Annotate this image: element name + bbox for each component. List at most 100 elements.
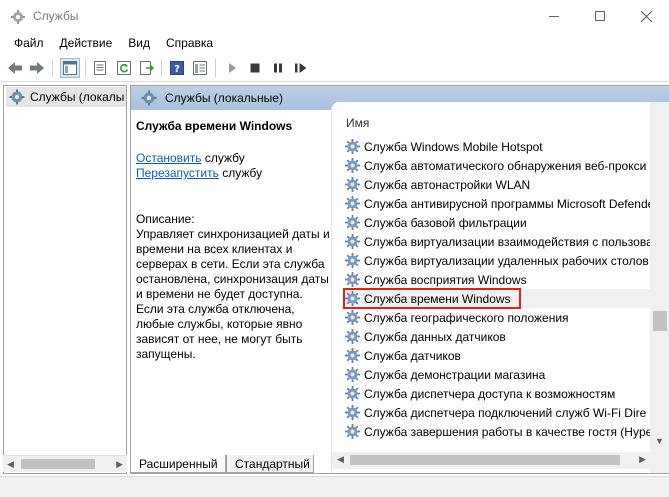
restart-service-button[interactable] bbox=[291, 58, 311, 78]
forward-button[interactable] bbox=[27, 58, 47, 78]
export-icon bbox=[140, 61, 154, 75]
help-button[interactable]: ? bbox=[167, 58, 187, 78]
stop-service-button[interactable] bbox=[245, 58, 265, 78]
scroll-left-icon[interactable]: ◀ bbox=[7, 459, 14, 470]
close-button[interactable] bbox=[623, 0, 669, 32]
service-row[interactable]: Служба базовой фильтрации bbox=[344, 213, 650, 232]
selected-service-title: Служба времени Windows bbox=[136, 119, 293, 133]
stop-action: Остановить службу bbox=[136, 151, 245, 165]
service-row[interactable]: Служба диспетчера подключений служб Wi-F… bbox=[344, 403, 650, 422]
service-gear-icon bbox=[345, 386, 360, 401]
console-tree: Службы (локалы bbox=[3, 85, 127, 474]
minimize-icon bbox=[549, 15, 559, 17]
refresh-button[interactable] bbox=[114, 58, 134, 78]
description-panel: Служба времени Windows Остановить службу… bbox=[131, 110, 331, 473]
service-gear-icon bbox=[345, 215, 360, 230]
help-icon: ? bbox=[170, 61, 184, 75]
tab-standard[interactable]: Стандартный bbox=[226, 455, 314, 473]
toolbar-separator bbox=[161, 59, 162, 77]
service-row[interactable]: Служба автонастройки WLAN bbox=[344, 175, 650, 194]
service-gear-icon bbox=[345, 272, 360, 287]
services-icon bbox=[9, 89, 25, 105]
service-row[interactable]: Служба диспетчера доступа к возможностям bbox=[344, 384, 650, 403]
service-gear-icon bbox=[345, 158, 360, 173]
toolbar: ? bbox=[0, 54, 669, 82]
service-row[interactable]: Служба датчиков bbox=[344, 346, 650, 365]
tab-extended[interactable]: Расширенный bbox=[130, 455, 226, 473]
title-bar: Службы bbox=[0, 0, 669, 32]
restart-action: Перезапустить службу bbox=[136, 166, 262, 180]
service-gear-icon bbox=[345, 310, 360, 325]
export-button[interactable] bbox=[137, 58, 157, 78]
service-row[interactable]: Служба демонстрации магазина bbox=[344, 365, 650, 384]
maximize-button[interactable] bbox=[577, 0, 623, 32]
tab-label: Расширенный bbox=[139, 456, 218, 471]
svg-text:?: ? bbox=[174, 64, 180, 75]
close-icon bbox=[640, 10, 652, 22]
service-name: Служба автонастройки WLAN bbox=[364, 177, 531, 192]
service-gear-icon bbox=[345, 348, 360, 363]
start-service-button[interactable] bbox=[222, 58, 242, 78]
service-name: Служба демонстрации магазина bbox=[364, 367, 546, 382]
service-name: Служба географического положения bbox=[364, 310, 569, 325]
service-row[interactable]: Служба данных датчиков bbox=[344, 327, 650, 346]
service-gear-icon bbox=[345, 424, 360, 439]
play-icon bbox=[229, 63, 236, 73]
scrollbar-thumb[interactable] bbox=[21, 459, 95, 469]
service-name: Служба датчиков bbox=[364, 348, 461, 363]
pause-service-button[interactable] bbox=[268, 58, 288, 78]
restart-suffix: службу bbox=[218, 166, 263, 180]
list-vertical-scrollbar[interactable]: ▼ bbox=[650, 102, 669, 473]
restart-service-link[interactable]: Перезапустить bbox=[136, 166, 219, 180]
back-arrow-icon bbox=[8, 62, 22, 74]
column-header-name[interactable]: Имя bbox=[346, 116, 369, 130]
service-row[interactable]: Служба антивирусной программы Microsoft … bbox=[344, 194, 654, 213]
properties-icon bbox=[94, 61, 106, 75]
window-title: Службы bbox=[33, 9, 79, 23]
service-name: Служба базовой фильтрации bbox=[364, 215, 527, 230]
service-row[interactable]: Служба автоматического обнаружения веб-п… bbox=[344, 156, 650, 175]
service-name: Служба виртуализации взаимодействия с по… bbox=[364, 234, 653, 249]
scroll-right-icon[interactable]: ▶ bbox=[116, 459, 123, 470]
service-gear-icon bbox=[345, 196, 360, 211]
service-row[interactable]: Служба виртуализации взаимодействия с по… bbox=[344, 232, 653, 251]
service-name: Служба завершения работы в качестве гост… bbox=[364, 424, 653, 439]
scrollbar-thumb[interactable] bbox=[653, 311, 667, 331]
tab-label: Стандартный bbox=[235, 456, 310, 471]
menu-file[interactable]: Файл bbox=[6, 33, 52, 53]
scroll-down-icon[interactable]: ▼ bbox=[655, 436, 664, 446]
service-row[interactable]: Служба Windows Mobile Hotspot bbox=[344, 137, 650, 156]
services-pane: Службы (локальные) Служба времени Window… bbox=[130, 85, 669, 474]
service-row[interactable]: Служба виртуализации удаленных рабочих с… bbox=[344, 251, 650, 270]
maximize-icon bbox=[595, 11, 605, 21]
view-button[interactable] bbox=[190, 58, 210, 78]
service-name: Служба Windows Mobile Hotspot bbox=[364, 139, 543, 154]
toolbar-separator bbox=[85, 59, 86, 77]
stop-service-link[interactable]: Остановить bbox=[136, 151, 202, 165]
restart-icon bbox=[295, 63, 307, 73]
minimize-button[interactable] bbox=[531, 0, 577, 32]
console-tree-button[interactable] bbox=[60, 58, 80, 78]
back-button[interactable] bbox=[5, 58, 25, 78]
service-name: Служба виртуализации удаленных рабочих с… bbox=[364, 253, 649, 268]
services-list: Имя Служба Windows Mobile Hotspot Служба … bbox=[331, 102, 669, 473]
service-row[interactable]: Служба географического положения bbox=[344, 308, 650, 327]
service-gear-icon bbox=[345, 253, 360, 268]
menu-help[interactable]: Справка bbox=[158, 33, 221, 53]
description-text: Управляет синхронизацией даты и времени … bbox=[136, 227, 330, 361]
menu-view[interactable]: Вид bbox=[120, 33, 158, 53]
view-icon bbox=[193, 61, 207, 75]
stop-suffix: службу bbox=[201, 151, 245, 165]
pane-header-label: Службы (локальные) bbox=[165, 91, 283, 105]
menu-action[interactable]: Действие bbox=[52, 33, 121, 53]
tree-item-services-local[interactable]: Службы (локалы bbox=[6, 87, 126, 107]
tree-horizontal-scrollbar[interactable]: ◀ ▶ bbox=[3, 455, 127, 472]
description-label: Описание: bbox=[136, 212, 195, 226]
service-gear-icon bbox=[345, 367, 360, 382]
service-name: Служба антивирусной программы Microsoft … bbox=[364, 196, 655, 211]
properties-button[interactable] bbox=[90, 58, 110, 78]
service-name: Служба восприятия Windows bbox=[364, 272, 527, 287]
refresh-icon bbox=[117, 61, 131, 75]
service-row[interactable]: Служба восприятия Windows bbox=[344, 270, 650, 289]
service-row[interactable]: Служба завершения работы в качестве гост… bbox=[344, 422, 653, 441]
